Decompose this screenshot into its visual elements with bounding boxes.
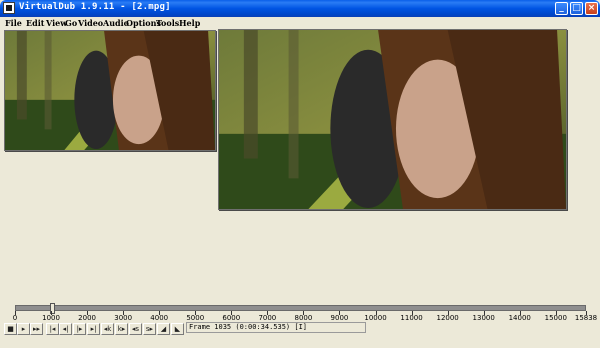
input-video-pane[interactable] <box>4 30 216 151</box>
timeline-tick-label: 11000 <box>400 314 423 322</box>
menu-tools[interactable]: Tools <box>156 17 179 29</box>
go-end-button[interactable]: ▸| <box>87 323 100 335</box>
scene-forward-button[interactable]: s▸ <box>143 323 156 335</box>
output-video-pane[interactable] <box>218 29 567 210</box>
play-output-button[interactable]: ▸▸ <box>30 323 43 335</box>
scene-back-button[interactable]: ◂s <box>129 323 142 335</box>
next-keyframe-icon: k▸ <box>117 325 126 333</box>
scene-forward-icon: s▸ <box>145 325 154 333</box>
go-end-icon: ▸| <box>90 325 97 333</box>
timeline-track[interactable] <box>15 305 586 311</box>
play-input-icon: ▸ <box>21 325 26 333</box>
menu-bar: File Edit View Go Video Audio Options To… <box>0 17 600 29</box>
timeline-tick-label: 6000 <box>222 314 241 322</box>
timeline-tick-label: 5000 <box>186 314 205 322</box>
timeline-tick-label: 10000 <box>364 314 387 322</box>
timeline-tick-label: 12000 <box>436 314 459 322</box>
minimize-button[interactable]: _ <box>555 2 568 15</box>
close-button[interactable]: × <box>585 2 598 15</box>
menu-file[interactable]: File <box>5 17 22 29</box>
go-start-button[interactable]: |◂ <box>46 323 59 335</box>
virtualdub-app-icon[interactable] <box>3 2 15 14</box>
menu-help[interactable]: Help <box>179 17 200 29</box>
timeline-tick-label: 8000 <box>294 314 313 322</box>
output-video-frame <box>219 30 566 209</box>
next-frame-icon: |▸ <box>76 325 83 333</box>
prev-keyframe-button[interactable]: ◂k <box>101 323 114 335</box>
stop-button[interactable]: ■ <box>4 323 17 335</box>
input-video-frame <box>5 31 215 150</box>
mark-in-icon: ◢ <box>160 325 167 333</box>
mark-out-button[interactable]: ◣ <box>171 323 184 335</box>
timeline-tick-label: 9000 <box>330 314 349 322</box>
timeline-tick-label: 4000 <box>150 314 169 322</box>
prev-frame-icon: ◂| <box>62 325 69 333</box>
menu-edit[interactable]: Edit <box>26 17 44 29</box>
go-start-icon: |◂ <box>49 325 56 333</box>
timeline-tick-label: 3000 <box>114 314 133 322</box>
play-input-button[interactable]: ▸ <box>17 323 30 335</box>
timeline-tick-label: 15838 <box>574 314 598 322</box>
timeline-tick-label: 7000 <box>258 314 277 322</box>
prev-keyframe-icon: ◂k <box>103 325 112 333</box>
timeline-tick-label: 2000 <box>78 314 96 322</box>
timeline-tick-label: 0 <box>12 314 18 322</box>
frame-status: Frame 1035 (0:00:34.535) [I] <box>186 322 366 333</box>
mark-in-button[interactable]: ◢ <box>157 323 170 335</box>
menu-go[interactable]: Go <box>65 17 77 29</box>
mark-out-icon: ◣ <box>174 325 181 333</box>
scene-back-icon: ◂s <box>131 325 140 333</box>
timeline-tick-label: 13000 <box>472 314 495 322</box>
timeline-tick-label: 14000 <box>508 314 531 322</box>
menu-video[interactable]: Video <box>78 17 103 29</box>
prev-frame-button[interactable]: ◂| <box>59 323 72 335</box>
timeline-tick-label: 1000 <box>42 314 60 322</box>
title-bar[interactable]: VirtualDub 1.9.11 - [2.mpg] _ □ × <box>0 0 600 17</box>
stop-icon: ■ <box>7 325 14 333</box>
play-output-icon: ▸▸ <box>32 325 41 333</box>
window-title: VirtualDub 1.9.11 - [2.mpg] <box>19 2 171 12</box>
next-frame-button[interactable]: |▸ <box>73 323 86 335</box>
next-keyframe-button[interactable]: k▸ <box>115 323 128 335</box>
maximize-button[interactable]: □ <box>570 2 583 15</box>
menu-view[interactable]: View <box>46 17 67 29</box>
